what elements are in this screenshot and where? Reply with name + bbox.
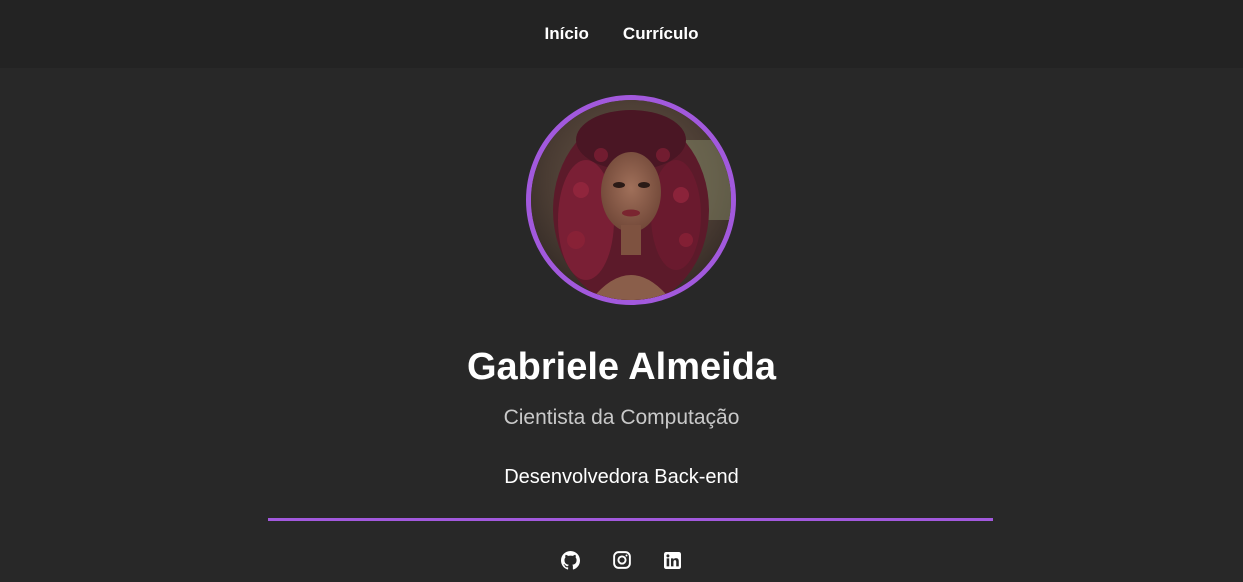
- github-link[interactable]: [561, 550, 581, 570]
- profile-role: Desenvolvedora Back-end: [504, 466, 739, 488]
- instagram-icon: [612, 551, 631, 569]
- linkedin-link[interactable]: [663, 550, 683, 570]
- accent-divider: [268, 518, 993, 521]
- profile-photo: [526, 95, 736, 305]
- nav-link-inicio[interactable]: Início: [545, 24, 589, 44]
- profile-photo-illustration: [531, 100, 731, 300]
- profile-title: Cientista da Computação: [503, 406, 740, 429]
- top-navbar: Início Currículo: [0, 0, 1243, 68]
- instagram-link[interactable]: [612, 550, 632, 570]
- github-icon: [561, 550, 580, 570]
- profile-name: Gabriele Almeida: [466, 346, 777, 388]
- social-links: [0, 550, 1243, 570]
- linkedin-icon: [664, 551, 681, 569]
- nav-link-curriculo[interactable]: Currículo: [623, 24, 699, 44]
- profile-section: Gabriele Almeida Cientista da Computação…: [0, 68, 1243, 582]
